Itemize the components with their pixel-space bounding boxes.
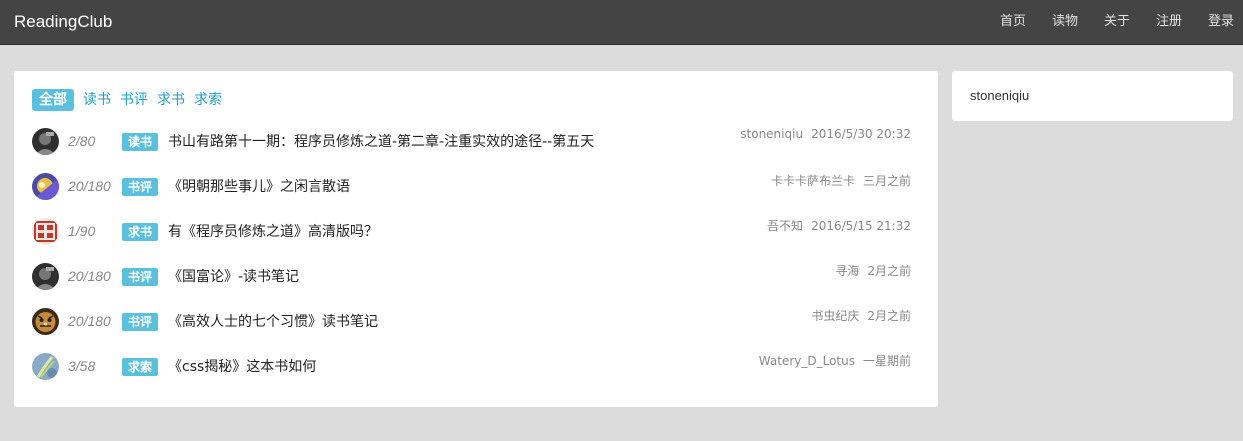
topic-author[interactable]: 书虫纪庆 bbox=[811, 309, 859, 323]
tab-request[interactable]: 求书 bbox=[157, 89, 185, 111]
brand-logo[interactable]: ReadingClub bbox=[14, 12, 112, 32]
avatar[interactable] bbox=[32, 353, 59, 380]
reply-view-count: 20/180 bbox=[68, 268, 111, 284]
category-badge: 求索 bbox=[122, 358, 159, 376]
reply-view-count: 1/90 bbox=[68, 223, 96, 239]
navbar: ReadingClub 首页 读物 关于 注册 登录 bbox=[0, 0, 1243, 45]
topic-author[interactable]: 寻海 bbox=[835, 264, 859, 278]
reply-view-count: 20/180 bbox=[68, 313, 111, 329]
user-sidebar-panel: stoneniqiu bbox=[952, 71, 1233, 121]
topic-time: 一星期前 bbox=[862, 354, 911, 368]
topic-author[interactable]: 卡卡卡萨布兰卡 bbox=[771, 174, 855, 188]
topic-list-panel: 全部 读书 书评 求书 求索 2/80 读书 书山有路第十一期：程序员修炼之道-… bbox=[14, 71, 938, 407]
topic-title[interactable]: 《高效人士的七个习惯》读书笔记 bbox=[168, 311, 378, 331]
reply-view-count: 2/80 bbox=[68, 133, 96, 149]
avatar[interactable] bbox=[32, 263, 59, 290]
topic-time: 三月之前 bbox=[862, 174, 911, 188]
topic-title[interactable]: 有《程序员修炼之道》高清版吗？ bbox=[168, 221, 378, 241]
topic-meta: stoneniqiu 2016/5/30 20:32 bbox=[740, 127, 911, 141]
nav-link-login[interactable]: 登录 bbox=[1208, 0, 1234, 45]
category-badge: 求书 bbox=[122, 223, 159, 241]
topic-time: 2月之前 bbox=[867, 309, 911, 323]
topic-meta: 寻海 2月之前 bbox=[835, 262, 911, 279]
tab-all[interactable]: 全部 bbox=[32, 89, 74, 111]
topic-row: 2/80 读书 书山有路第十一期：程序员修炼之道-第二章-注重实效的途径--第五… bbox=[14, 126, 938, 171]
category-badge: 读书 bbox=[122, 133, 159, 151]
nav-link-home[interactable]: 首页 bbox=[1000, 0, 1026, 45]
topic-row: 1/90 求书 有《程序员修炼之道》高清版吗？ 吾不知 2016/5/15 21:… bbox=[14, 216, 938, 261]
category-badge: 书评 bbox=[122, 178, 159, 196]
topic-meta: 吾不知 2016/5/15 21:32 bbox=[767, 217, 911, 234]
category-badge: 书评 bbox=[122, 313, 159, 331]
tab-explore[interactable]: 求索 bbox=[194, 89, 222, 111]
nav-link-register[interactable]: 注册 bbox=[1156, 0, 1182, 45]
tab-reading[interactable]: 读书 bbox=[83, 89, 111, 111]
topic-row: 3/58 求索 《css揭秘》这本书如何 Watery_D_Lotus 一星期前 bbox=[14, 351, 938, 396]
topic-time: 2016/5/15 21:32 bbox=[811, 219, 911, 233]
reply-view-count: 20/180 bbox=[68, 178, 111, 194]
topic-title[interactable]: 书山有路第十一期：程序员修炼之道-第二章-注重实效的途径--第五天 bbox=[168, 131, 594, 151]
avatar[interactable] bbox=[32, 173, 59, 200]
topic-title[interactable]: 《明朝那些事儿》之闲言散语 bbox=[168, 176, 350, 196]
filter-tabs: 全部 读书 书评 求书 求索 bbox=[32, 89, 231, 111]
topic-title[interactable]: 《css揭秘》这本书如何 bbox=[168, 356, 316, 376]
nav-link-about[interactable]: 关于 bbox=[1104, 0, 1130, 45]
reply-view-count: 3/58 bbox=[68, 358, 96, 374]
topic-author[interactable]: Watery_D_Lotus bbox=[759, 354, 855, 368]
sidebar-username[interactable]: stoneniqiu bbox=[970, 88, 1029, 103]
topic-title[interactable]: 《国富论》-读书笔记 bbox=[168, 266, 299, 286]
topic-meta: Watery_D_Lotus 一星期前 bbox=[759, 352, 911, 369]
tab-review[interactable]: 书评 bbox=[120, 89, 148, 111]
avatar[interactable] bbox=[32, 218, 59, 245]
nav-link-books[interactable]: 读物 bbox=[1052, 0, 1078, 45]
topic-meta: 卡卡卡萨布兰卡 三月之前 bbox=[771, 172, 911, 189]
avatar[interactable] bbox=[32, 128, 59, 155]
topic-row: 20/180 书评 《高效人士的七个习惯》读书笔记 书虫纪庆 2月之前 bbox=[14, 306, 938, 351]
topic-row: 20/180 书评 《明朝那些事儿》之闲言散语 卡卡卡萨布兰卡 三月之前 bbox=[14, 171, 938, 216]
topic-time: 2016/5/30 20:32 bbox=[811, 127, 911, 141]
topic-author[interactable]: stoneniqiu bbox=[740, 127, 803, 141]
topic-row: 20/180 书评 《国富论》-读书笔记 寻海 2月之前 bbox=[14, 261, 938, 306]
topic-author[interactable]: 吾不知 bbox=[767, 219, 803, 233]
topic-meta: 书虫纪庆 2月之前 bbox=[811, 307, 911, 324]
avatar[interactable] bbox=[32, 308, 59, 335]
category-badge: 书评 bbox=[122, 268, 159, 286]
topic-time: 2月之前 bbox=[867, 264, 911, 278]
